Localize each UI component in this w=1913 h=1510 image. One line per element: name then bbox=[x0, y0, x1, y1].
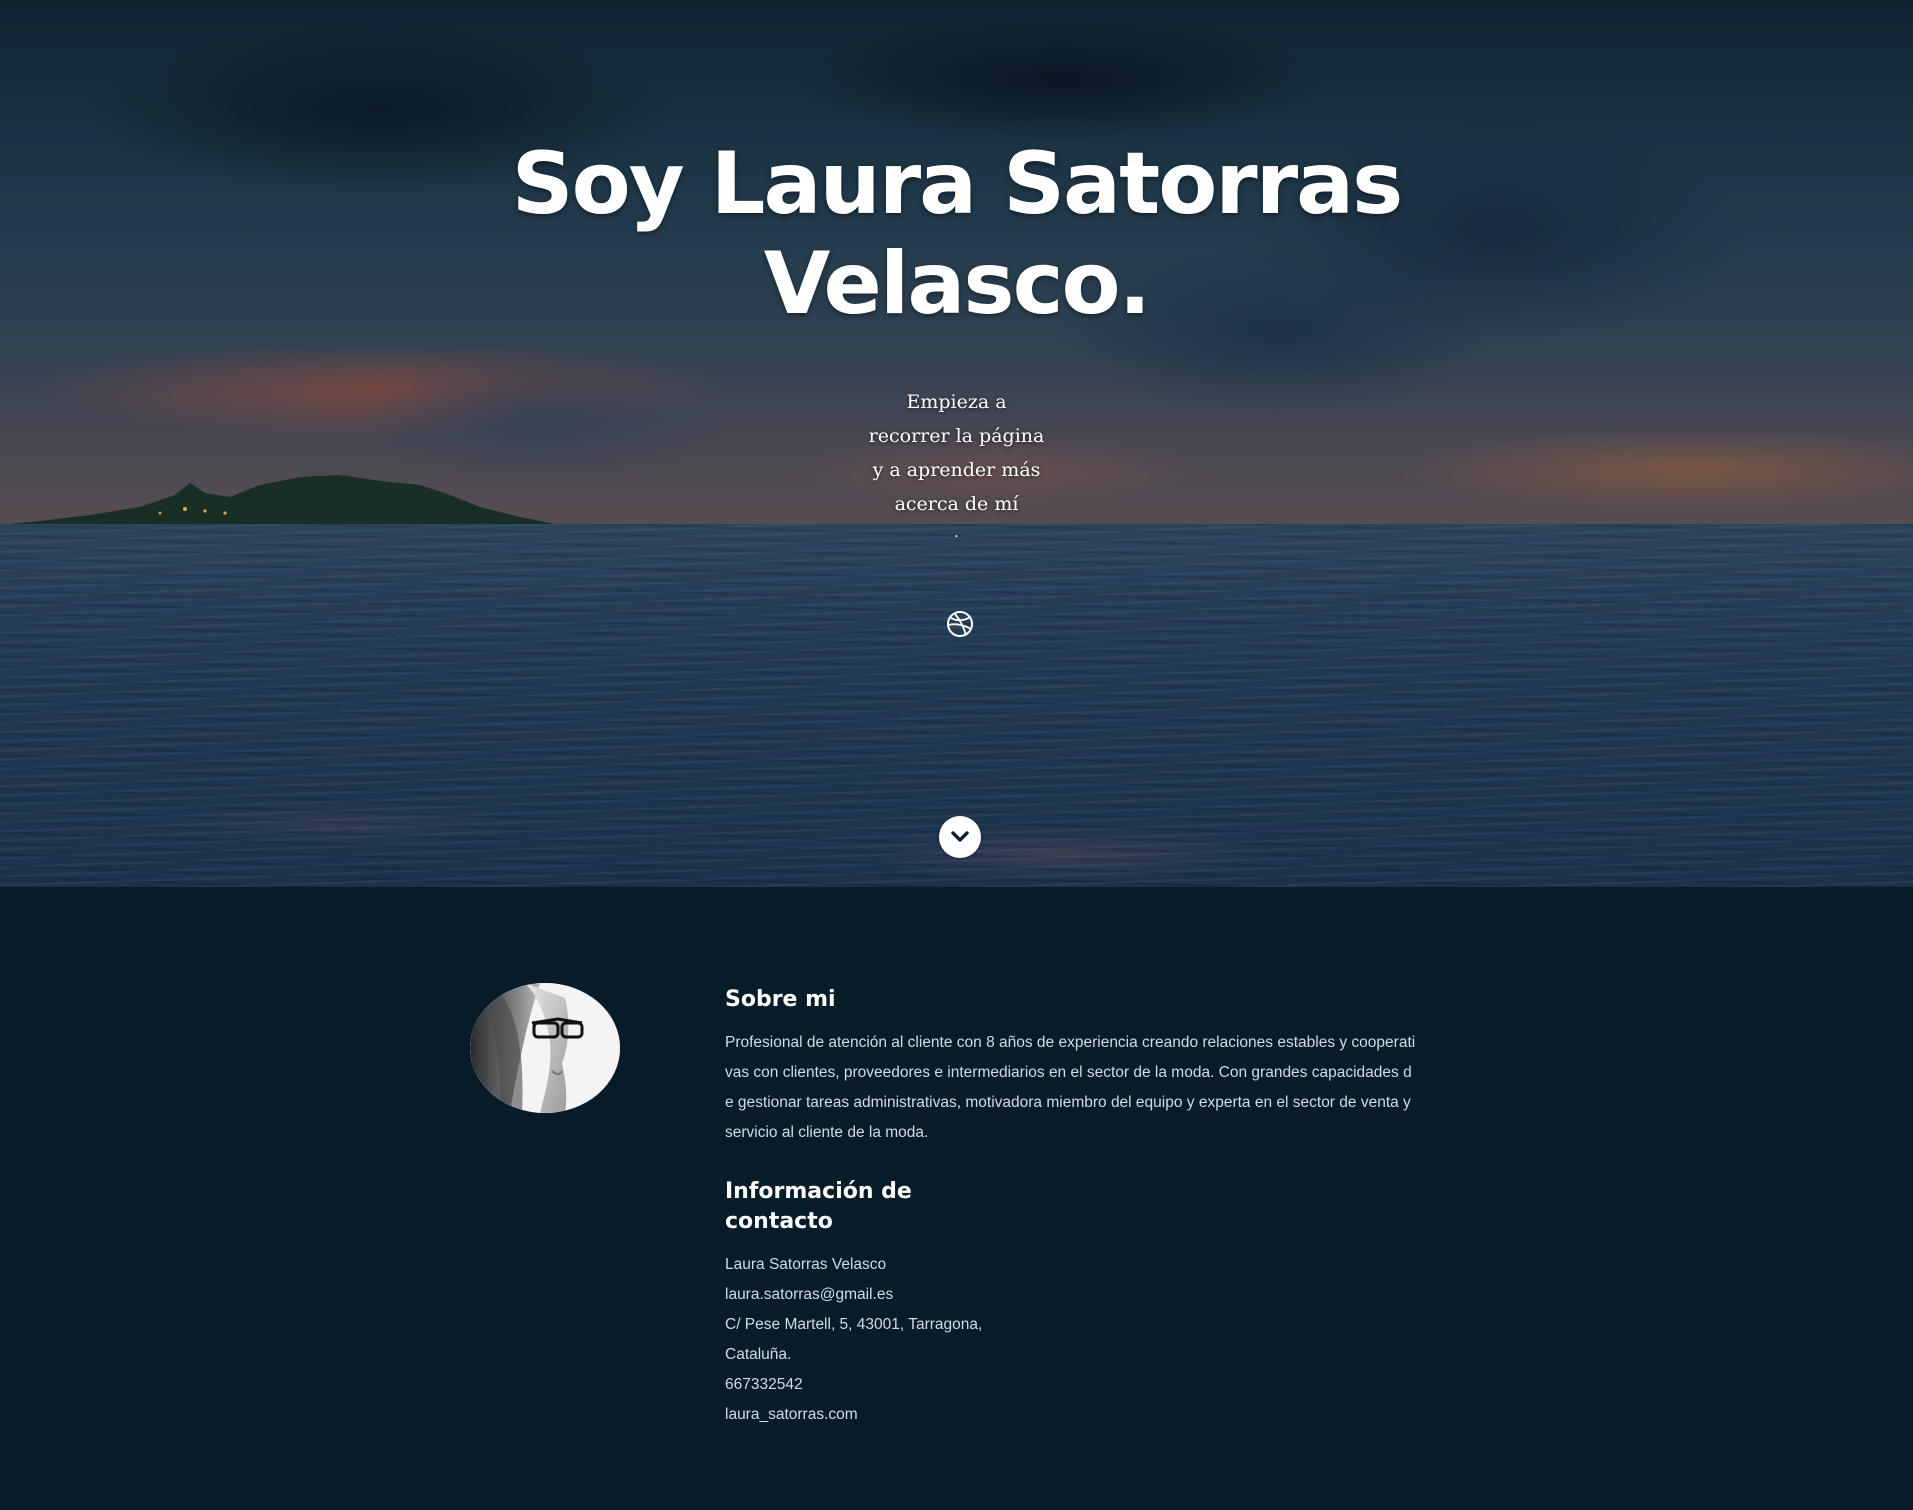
dribbble-icon[interactable] bbox=[946, 610, 974, 638]
about-section: Sobre mi Profesional de atención al clie… bbox=[0, 887, 1913, 1510]
profile-photo bbox=[470, 983, 620, 1113]
hero-title-line-1: Soy Laura Satorras bbox=[511, 134, 1404, 234]
hero-subtitle-line: recorrer la página bbox=[868, 425, 1045, 447]
contact-phone[interactable]: 667332542 bbox=[725, 1370, 1420, 1400]
hero-section: Soy Laura Satorras Velasco. Empieza a re… bbox=[0, 0, 1913, 887]
contact-address-line-2: Cataluña. bbox=[725, 1346, 792, 1363]
hero-subtitle-line: acerca de mí bbox=[894, 493, 1019, 515]
hero-title-line-2: Velasco. bbox=[763, 234, 1152, 334]
hero-title: Soy Laura Satorras Velasco. bbox=[0, 134, 1913, 334]
about-content: Sobre mi Profesional de atención al clie… bbox=[725, 985, 1420, 1430]
contact-email[interactable]: laura.satorras@gmail.es bbox=[725, 1280, 1420, 1310]
hero-subtitle: Empieza a recorrer la página y a aprende… bbox=[0, 385, 1913, 521]
contact-address-line-1: C/ Pese Martell, 5, 43001, Tarragona, bbox=[725, 1316, 983, 1333]
hero-subtitle-line: Empieza a bbox=[906, 391, 1007, 413]
contact-info-list: Laura Satorras Velasco laura.satorras@gm… bbox=[725, 1250, 1420, 1430]
contact-title: Información de contacto bbox=[725, 1179, 912, 1234]
hero-subtitle-dot: . bbox=[954, 525, 959, 541]
chevron-down-icon bbox=[951, 831, 969, 842]
about-title: Sobre mi bbox=[725, 987, 836, 1012]
scroll-down-button[interactable] bbox=[939, 816, 981, 858]
hero-subtitle-line: y a aprender más bbox=[872, 459, 1041, 481]
contact-website-link[interactable]: laura_satorras.com bbox=[725, 1400, 1420, 1430]
contact-name: Laura Satorras Velasco bbox=[725, 1256, 887, 1273]
about-description: Profesional de atención al cliente con 8… bbox=[725, 1034, 1416, 1141]
